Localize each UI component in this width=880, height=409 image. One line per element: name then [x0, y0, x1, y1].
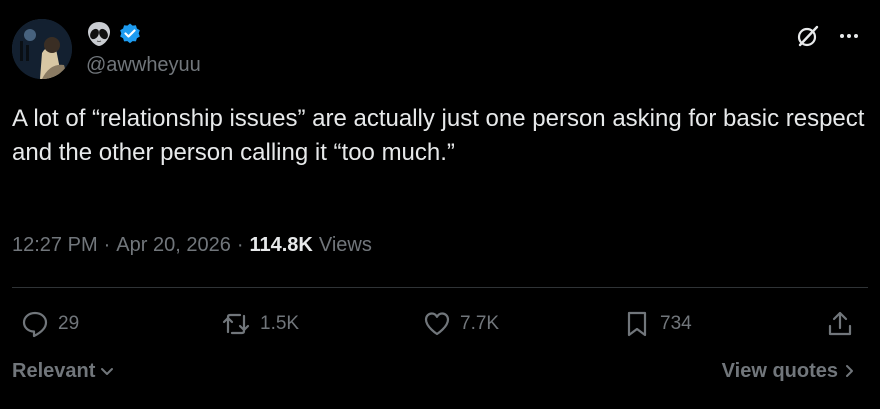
divider: [12, 287, 868, 288]
sort-dropdown[interactable]: Relevant: [12, 360, 115, 383]
chevron-right-icon: [842, 363, 856, 379]
reply-button[interactable]: 29: [20, 306, 79, 342]
tweet-card: @awwheyuu A lot of “relationship issues”…: [0, 0, 880, 409]
tweet-text: A lot of “relationship issues” are actua…: [12, 105, 865, 166]
author-name-row[interactable]: [86, 21, 142, 47]
views-label: Views: [318, 234, 372, 256]
bookmark-button[interactable]: 734: [622, 306, 692, 342]
meta-separator: ·: [236, 234, 244, 256]
share-icon: [826, 309, 854, 339]
top-actions: [796, 24, 860, 48]
tweet-time[interactable]: 12:27 PM: [12, 234, 98, 257]
tweet-date[interactable]: Apr 20, 2026: [116, 234, 231, 257]
like-button[interactable]: 7.7K: [422, 306, 499, 342]
chevron-down-icon: [99, 363, 115, 379]
views-count[interactable]: 114.8K: [249, 234, 312, 257]
view-quotes-link[interactable]: View quotes: [722, 360, 856, 383]
heart-icon: [422, 309, 452, 339]
reply-icon: [20, 309, 50, 339]
author-handle[interactable]: @awwheyuu: [86, 54, 201, 77]
repost-button[interactable]: 1.5K: [220, 306, 299, 342]
meta-separator: ·: [103, 234, 111, 256]
repost-count: 1.5K: [260, 313, 300, 334]
like-count: 7.7K: [460, 313, 500, 334]
sort-label: Relevant: [12, 359, 96, 382]
bookmark-count: 734: [660, 313, 692, 334]
avatar[interactable]: [12, 19, 72, 79]
view-quotes-label: View quotes: [721, 359, 838, 382]
bookmark-icon: [622, 309, 652, 339]
alien-icon: [86, 21, 112, 47]
repost-icon: [220, 309, 252, 339]
verified-badge-icon[interactable]: [118, 22, 142, 46]
share-button[interactable]: [826, 306, 854, 342]
grok-icon[interactable]: [796, 24, 820, 48]
reply-count: 29: [58, 313, 80, 334]
more-options-icon[interactable]: [838, 25, 860, 47]
tweet-footer: Relevant View quotes: [12, 358, 856, 384]
action-bar: 29 1.5K 7.7K 734: [0, 306, 880, 342]
tweet-meta: 12:27 PM · Apr 20, 2026 · 114.8K Views: [12, 234, 372, 257]
